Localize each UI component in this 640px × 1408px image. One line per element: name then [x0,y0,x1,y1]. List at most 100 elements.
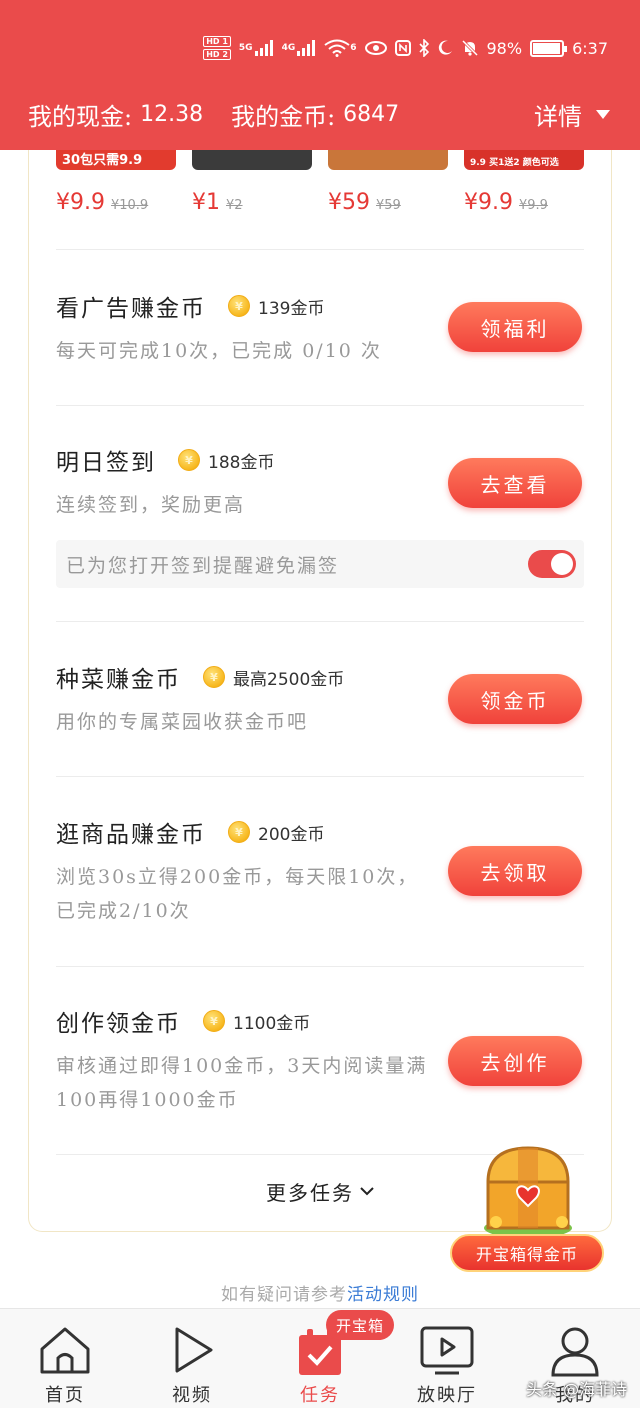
open-chest-button[interactable]: 开宝箱得金币 [450,1234,604,1272]
play-icon [175,1327,213,1373]
coins-value: 6847 [343,101,400,127]
task-desc: 审核通过即得100金币，3天内阅读量满100再得1000金币 [56,1055,428,1111]
user-icon [551,1327,599,1377]
price-old: ¥9.9 [518,198,548,213]
net1-label: 5G [238,43,253,53]
product-strip: 30包只需9.9 ¥9.9 ¥10.9 ¥1 ¥2 ¥59 ¥59 9.9 买1送2 … [28,150,612,250]
tab-label: 任务 [300,1385,340,1406]
tab-video[interactable]: 视频 [137,1309,247,1408]
treasure-chest-widget[interactable]: 开宝箱得金币 [450,1140,604,1280]
product-thumbnail [192,150,312,170]
balance-row: 我的现金: 12.38 我的金币: 6847 详情 [28,92,610,136]
tab-theater[interactable]: 放映厅 [392,1309,502,1408]
task-title: 创作领金币 [56,1011,181,1037]
task-reward: 200金币 [258,824,325,845]
price-old: ¥2 [226,198,243,213]
go-create-button[interactable]: 去创作 [448,1036,582,1086]
product-thumbnail [328,150,448,170]
chevron-down-icon [360,1187,374,1196]
wifi-icon: 6 [324,39,357,57]
caret-down-icon [596,109,610,119]
battery-percent: 98% [486,38,523,58]
product-banner: 9.9 买1送2 颜色可选 [470,158,559,168]
signal-icon: 5G [239,40,274,56]
top-header: HD 1 HD 2 5G 4G 6 98% 6:37 我的现金: 12.38 我… [0,0,640,150]
battery-icon [530,39,568,57]
coin-icon: ¥ [203,1010,225,1032]
task-reward: 139金币 [258,298,325,319]
price-old: ¥10.9 [110,198,149,213]
mute-bell-icon [461,39,479,57]
claim-coins-button[interactable]: 领金币 [448,674,582,724]
product-item[interactable]: ¥59 ¥59 [328,150,448,215]
price-now: ¥9.9 [464,190,513,215]
coin-icon: ¥ [178,449,200,471]
hd2-badge: HD 2 [203,49,231,60]
clock: 6:37 [572,38,608,58]
task-desc: 每天可完成10次，已完成 0/10 次 [56,340,382,362]
price-now: ¥59 [328,190,370,215]
checkin-reminder: 已为您打开签到提醒避免漏签 [56,540,584,588]
more-tasks-label: 更多任务 [266,1180,354,1205]
price-now: ¥9.9 [56,190,105,215]
product-price: ¥1 ¥2 [192,190,243,215]
divider [56,966,584,967]
task-title: 看广告赚金币 [56,296,206,322]
status-bar: HD 1 HD 2 5G 4G 6 98% 6:37 [203,30,608,66]
net2-label: 4G [281,43,296,53]
task-reward: 1100金币 [233,1013,311,1034]
coins-label: 我的金币: [231,102,336,131]
task-title: 种菜赚金币 [56,667,181,693]
eye-icon [364,41,387,55]
view-checkin-button[interactable]: 去查看 [448,458,582,508]
task-desc: 用你的专属菜园收获金币吧 [56,711,309,733]
hd1-badge: HD 1 [203,36,231,47]
price-now: ¥1 [192,190,220,215]
signal-icon-2: 4G [282,40,317,56]
product-price: ¥9.9 ¥10.9 [56,190,148,215]
detail-label: 详情 [534,102,582,131]
product-banner: 30包只需9.9 [62,153,143,168]
divider [56,249,584,250]
product-thumbnail: 9.9 买1送2 颜色可选 [464,150,584,170]
go-claim-button[interactable]: 去领取 [448,846,582,896]
product-item[interactable]: 30包只需9.9 ¥9.9 ¥10.9 [56,150,176,215]
coin-icon: ¥ [228,295,250,317]
product-item[interactable]: ¥1 ¥2 [192,150,312,215]
divider [56,776,584,777]
divider [56,621,584,622]
hd-icon: HD 1 HD 2 [203,36,231,60]
battery-fill [533,42,561,54]
cash-label: 我的现金: [28,102,133,131]
price-old: ¥59 [376,198,401,213]
coin-icon: ¥ [203,666,225,688]
open-chest-badge: 开宝箱 [326,1310,394,1340]
reminder-text: 已为您打开签到提醒避免漏签 [66,554,340,577]
task-desc: 浏览30s立得200金币，每天限10次，已完成2/10次 [56,866,419,922]
tab-label: 首页 [45,1385,85,1406]
coin-icon: ¥ [228,821,250,843]
tab-label: 视频 [172,1385,212,1406]
moon-icon [437,40,453,56]
task-title: 明日签到 [56,450,156,476]
rules-prefix: 如有疑问请参考 [221,1285,347,1305]
treasure-chest-icon [484,1146,572,1238]
wifi-label: 6 [350,43,357,53]
rules-link[interactable]: 活动规则 [347,1285,419,1305]
nfc-icon [394,40,411,56]
bluetooth-icon [418,39,429,57]
product-item[interactable]: 9.9 买1送2 颜色可选 ¥9.9 ¥9.9 [464,150,584,215]
product-price: ¥59 ¥59 [328,190,401,215]
task-title: 逛商品赚金币 [56,822,206,848]
detail-dropdown[interactable]: 详情 [534,97,610,132]
claim-benefit-button[interactable]: 领福利 [448,302,582,352]
tv-play-icon [420,1326,474,1375]
watermark: 头条 @海菲诗 [526,1380,628,1399]
product-thumbnail: 30包只需9.9 [56,150,176,170]
tab-label: 放映厅 [417,1385,477,1406]
reminder-toggle[interactable] [528,550,576,578]
task-desc: 连续签到，奖励更高 [56,494,246,516]
rules-note: 如有疑问请参考活动规则 [0,1280,640,1305]
tab-home[interactable]: 首页 [10,1309,120,1408]
task-reward: 188金币 [208,452,275,473]
